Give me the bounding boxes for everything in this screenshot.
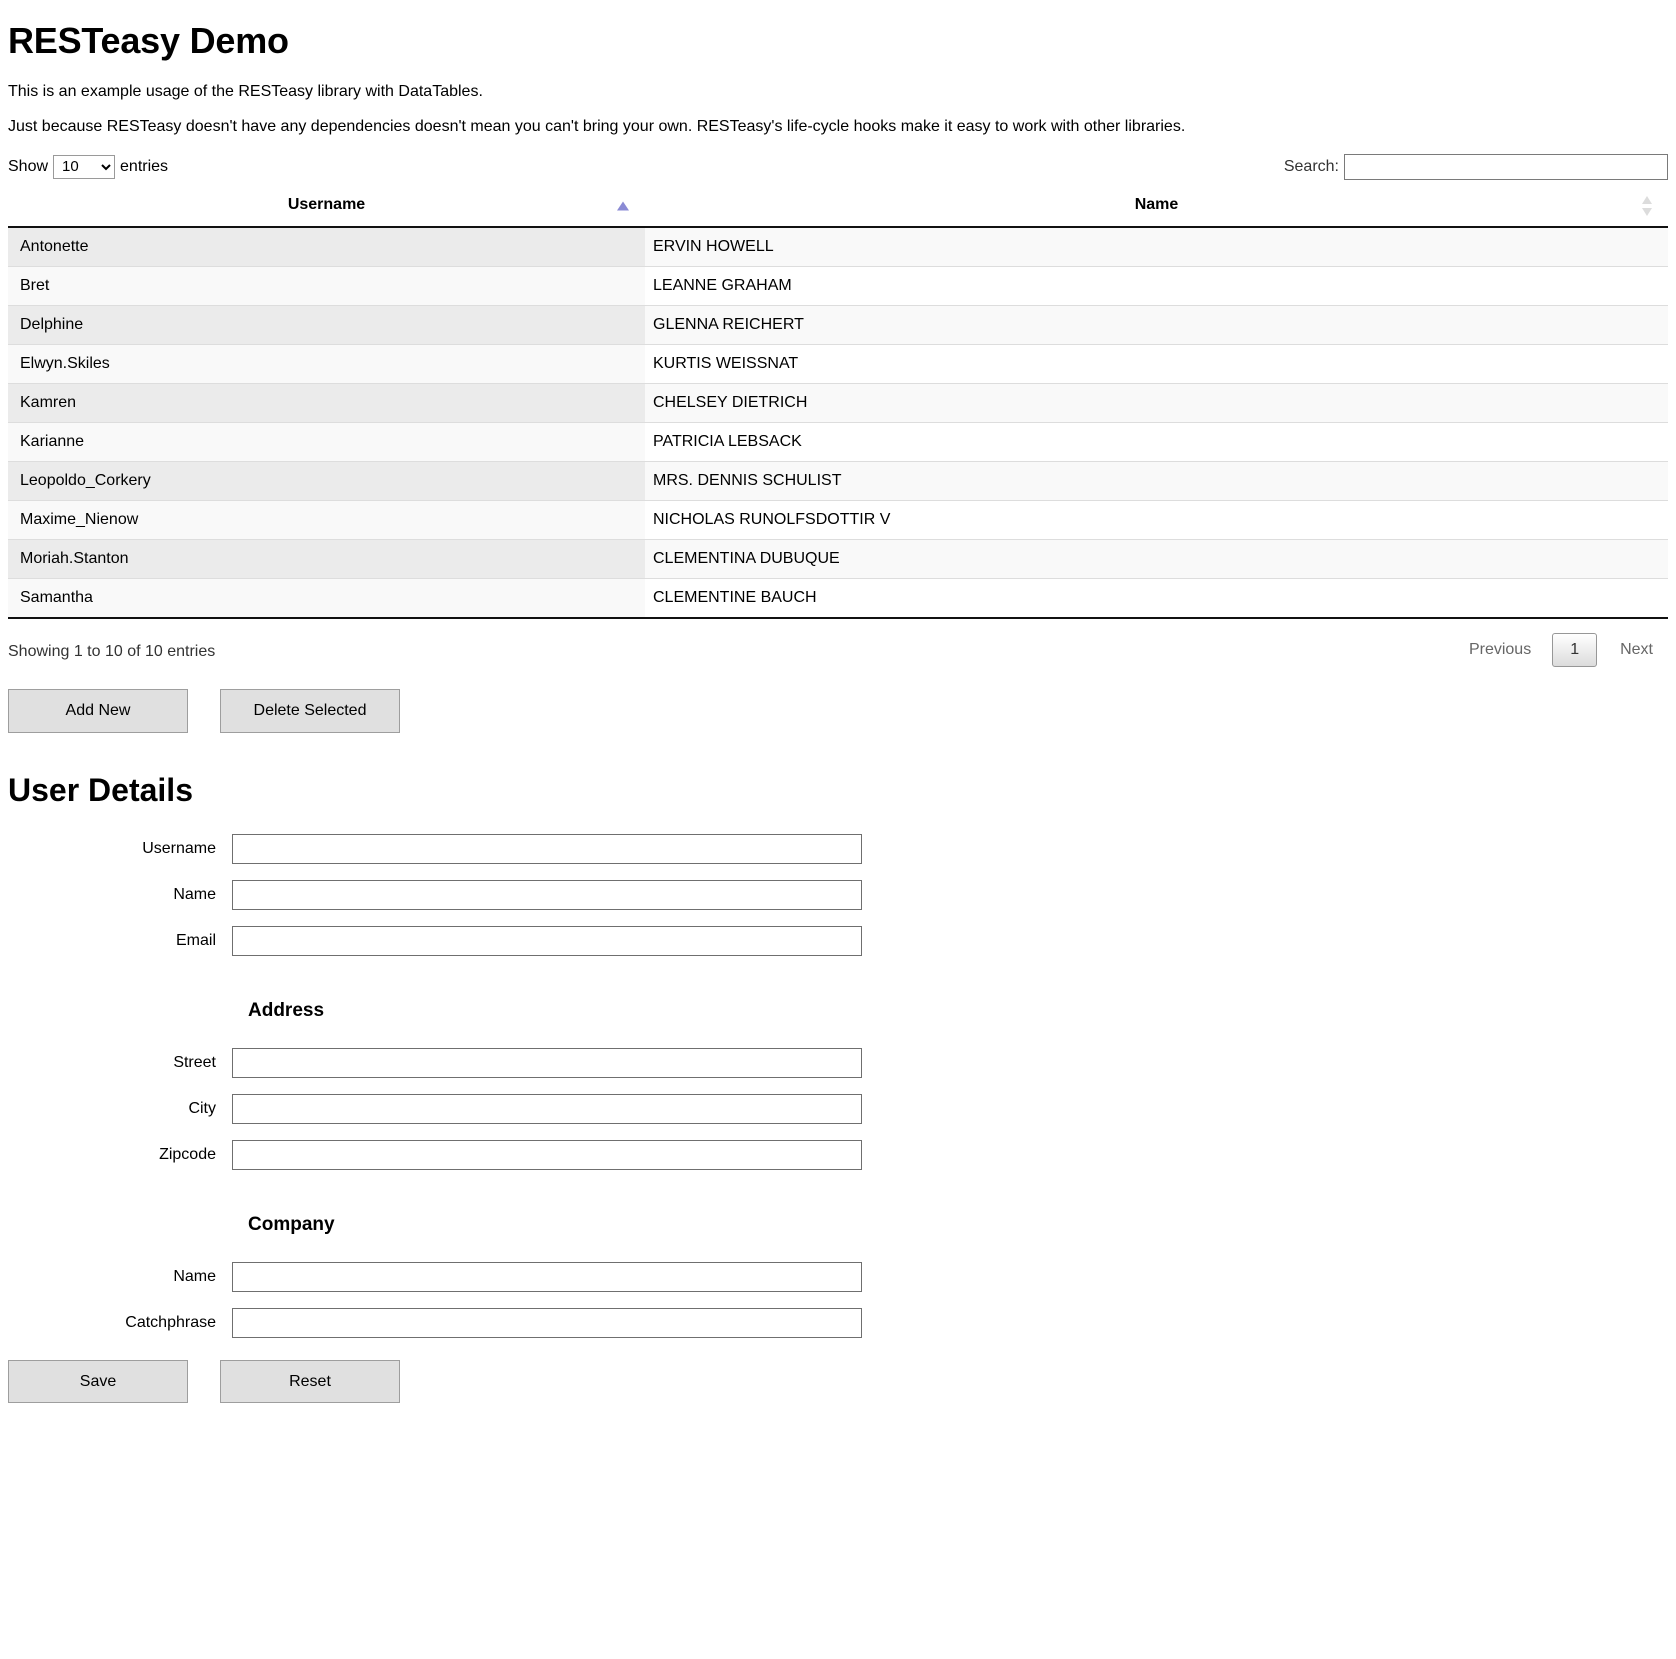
cell-name: NICHOLAS RUNOLFSDOTTIR V (645, 499, 1668, 540)
sort-ascending-icon (617, 201, 629, 211)
name-label: Name (173, 885, 216, 903)
table-row[interactable]: Delphine GLENNA REICHERT (8, 304, 1668, 345)
search-control: Search: (1283, 153, 1668, 180)
column-header-username[interactable]: Username (8, 185, 645, 228)
length-control: Show 10 25 50 100 entries (8, 154, 169, 179)
cell-username: Bret (8, 265, 645, 306)
entries-length-select[interactable]: 10 25 50 100 (53, 154, 116, 179)
catchphrase-input[interactable] (232, 1307, 862, 1338)
table-action-buttons: Add New Delete Selected (8, 688, 1668, 733)
catchphrase-label: Catchphrase (125, 1313, 216, 1331)
field-row-zipcode: Zipcode (8, 1139, 1668, 1170)
city-label: City (188, 1099, 216, 1117)
field-row-name: Name (8, 879, 1668, 910)
cell-username: Samantha (8, 577, 645, 617)
users-table: Username Name Antonette ERVIN HOWELL Bret… (8, 185, 1668, 617)
datatable-footer: Showing 1 to 10 of 10 entries Previous 1… (8, 619, 1668, 667)
company-name-label: Name (173, 1267, 216, 1285)
cell-name: GLENNA REICHERT (645, 304, 1668, 345)
table-row[interactable]: Maxime_Nienow NICHOLAS RUNOLFSDOTTIR V (8, 499, 1668, 540)
city-input[interactable] (232, 1093, 862, 1124)
email-label: Email (175, 931, 216, 949)
cell-username: Delphine (8, 304, 645, 345)
email-input[interactable] (232, 925, 862, 956)
table-info: Showing 1 to 10 of 10 entries (8, 642, 216, 660)
cell-name: CHELSEY DIETRICH (645, 382, 1668, 423)
user-details-form: Username Name Email Address Street City … (8, 833, 1668, 1404)
field-row-city: City (8, 1093, 1668, 1124)
column-header-username-label: Username (287, 195, 366, 213)
cell-name: CLEMENTINA DUBUQUE (645, 538, 1668, 579)
table-row[interactable]: Kamren CHELSEY DIETRICH (8, 382, 1668, 423)
add-new-button[interactable]: Add New (8, 688, 188, 733)
delete-selected-button[interactable]: Delete Selected (220, 688, 400, 733)
field-row-email: Email (8, 925, 1668, 956)
cell-name: ERVIN HOWELL (645, 226, 1668, 267)
field-row-catchphrase: Catchphrase (8, 1307, 1668, 1338)
cell-username: Moriah.Stanton (8, 538, 645, 579)
intro-paragraph-2: Just because RESTeasy doesn't have any d… (8, 117, 1186, 135)
field-row-username: Username (8, 833, 1668, 864)
cell-name: PATRICIA LEBSACK (645, 421, 1668, 462)
reset-button[interactable]: Reset (220, 1359, 400, 1404)
cell-username: Leopoldo_Corkery (8, 460, 645, 501)
cell-username: Antonette (8, 226, 645, 267)
cell-name: MRS. DENNIS SCHULIST (645, 460, 1668, 501)
form-action-buttons: Save Reset (8, 1359, 1668, 1404)
table-row[interactable]: Elwyn.Skiles KURTIS WEISSNAT (8, 343, 1668, 384)
users-table-body: Antonette ERVIN HOWELL Bret LEANNE GRAHAM … (8, 226, 1668, 617)
name-input[interactable] (232, 879, 862, 910)
column-header-name-label: Name (1134, 195, 1179, 213)
cell-username: Maxime_Nienow (8, 499, 645, 540)
users-table-head: Username Name (8, 185, 1668, 228)
company-name-input[interactable] (232, 1261, 862, 1292)
pagination-next[interactable]: Next (1605, 633, 1668, 667)
field-row-company-name: Name (8, 1261, 1668, 1292)
address-section-heading: Address (248, 999, 325, 1021)
page-root: RESTeasy Demo This is an example usage o… (0, 20, 1676, 1404)
user-details-heading: User Details (8, 771, 193, 808)
table-row[interactable]: Antonette ERVIN HOWELL (8, 226, 1668, 267)
username-label: Username (142, 839, 216, 857)
entries-label: entries (120, 157, 169, 175)
pagination-previous[interactable]: Previous (1454, 633, 1546, 667)
save-button[interactable]: Save (8, 1359, 188, 1404)
field-row-street: Street (8, 1047, 1668, 1078)
table-row[interactable]: Samantha CLEMENTINE BAUCH (8, 577, 1668, 617)
users-table-header-row: Username Name (8, 185, 1668, 228)
pagination-page-1[interactable]: 1 (1552, 632, 1598, 667)
cell-name: CLEMENTINE BAUCH (645, 577, 1668, 617)
zipcode-input[interactable] (232, 1139, 862, 1170)
street-input[interactable] (232, 1047, 862, 1078)
datatable-controls: Show 10 25 50 100 entries Search: (8, 153, 1668, 180)
cell-name: LEANNE GRAHAM (645, 265, 1668, 306)
page-title: RESTeasy Demo (8, 20, 289, 61)
table-row[interactable]: Karianne PATRICIA LEBSACK (8, 421, 1668, 462)
table-row[interactable]: Moriah.Stanton CLEMENTINA DUBUQUE (8, 538, 1668, 579)
pagination: Previous 1 Next (1452, 632, 1668, 667)
cell-username: Kamren (8, 382, 645, 423)
table-row[interactable]: Leopoldo_Corkery MRS. DENNIS SCHULIST (8, 460, 1668, 501)
table-row[interactable]: Bret LEANNE GRAHAM (8, 265, 1668, 306)
sort-unsorted-icon (1642, 195, 1654, 216)
company-section-heading: Company (248, 1213, 335, 1235)
cell-name: KURTIS WEISSNAT (645, 343, 1668, 384)
cell-username: Elwyn.Skiles (8, 343, 645, 384)
intro-paragraph-1: This is an example usage of the RESTeasy… (8, 82, 483, 100)
show-label: Show (8, 157, 49, 175)
cell-username: Karianne (8, 421, 645, 462)
street-label: Street (173, 1053, 216, 1071)
column-header-name[interactable]: Name (645, 185, 1668, 228)
zipcode-label: Zipcode (159, 1145, 216, 1163)
search-label: Search: (1283, 157, 1339, 175)
username-input[interactable] (232, 833, 862, 864)
search-input[interactable] (1344, 153, 1668, 180)
